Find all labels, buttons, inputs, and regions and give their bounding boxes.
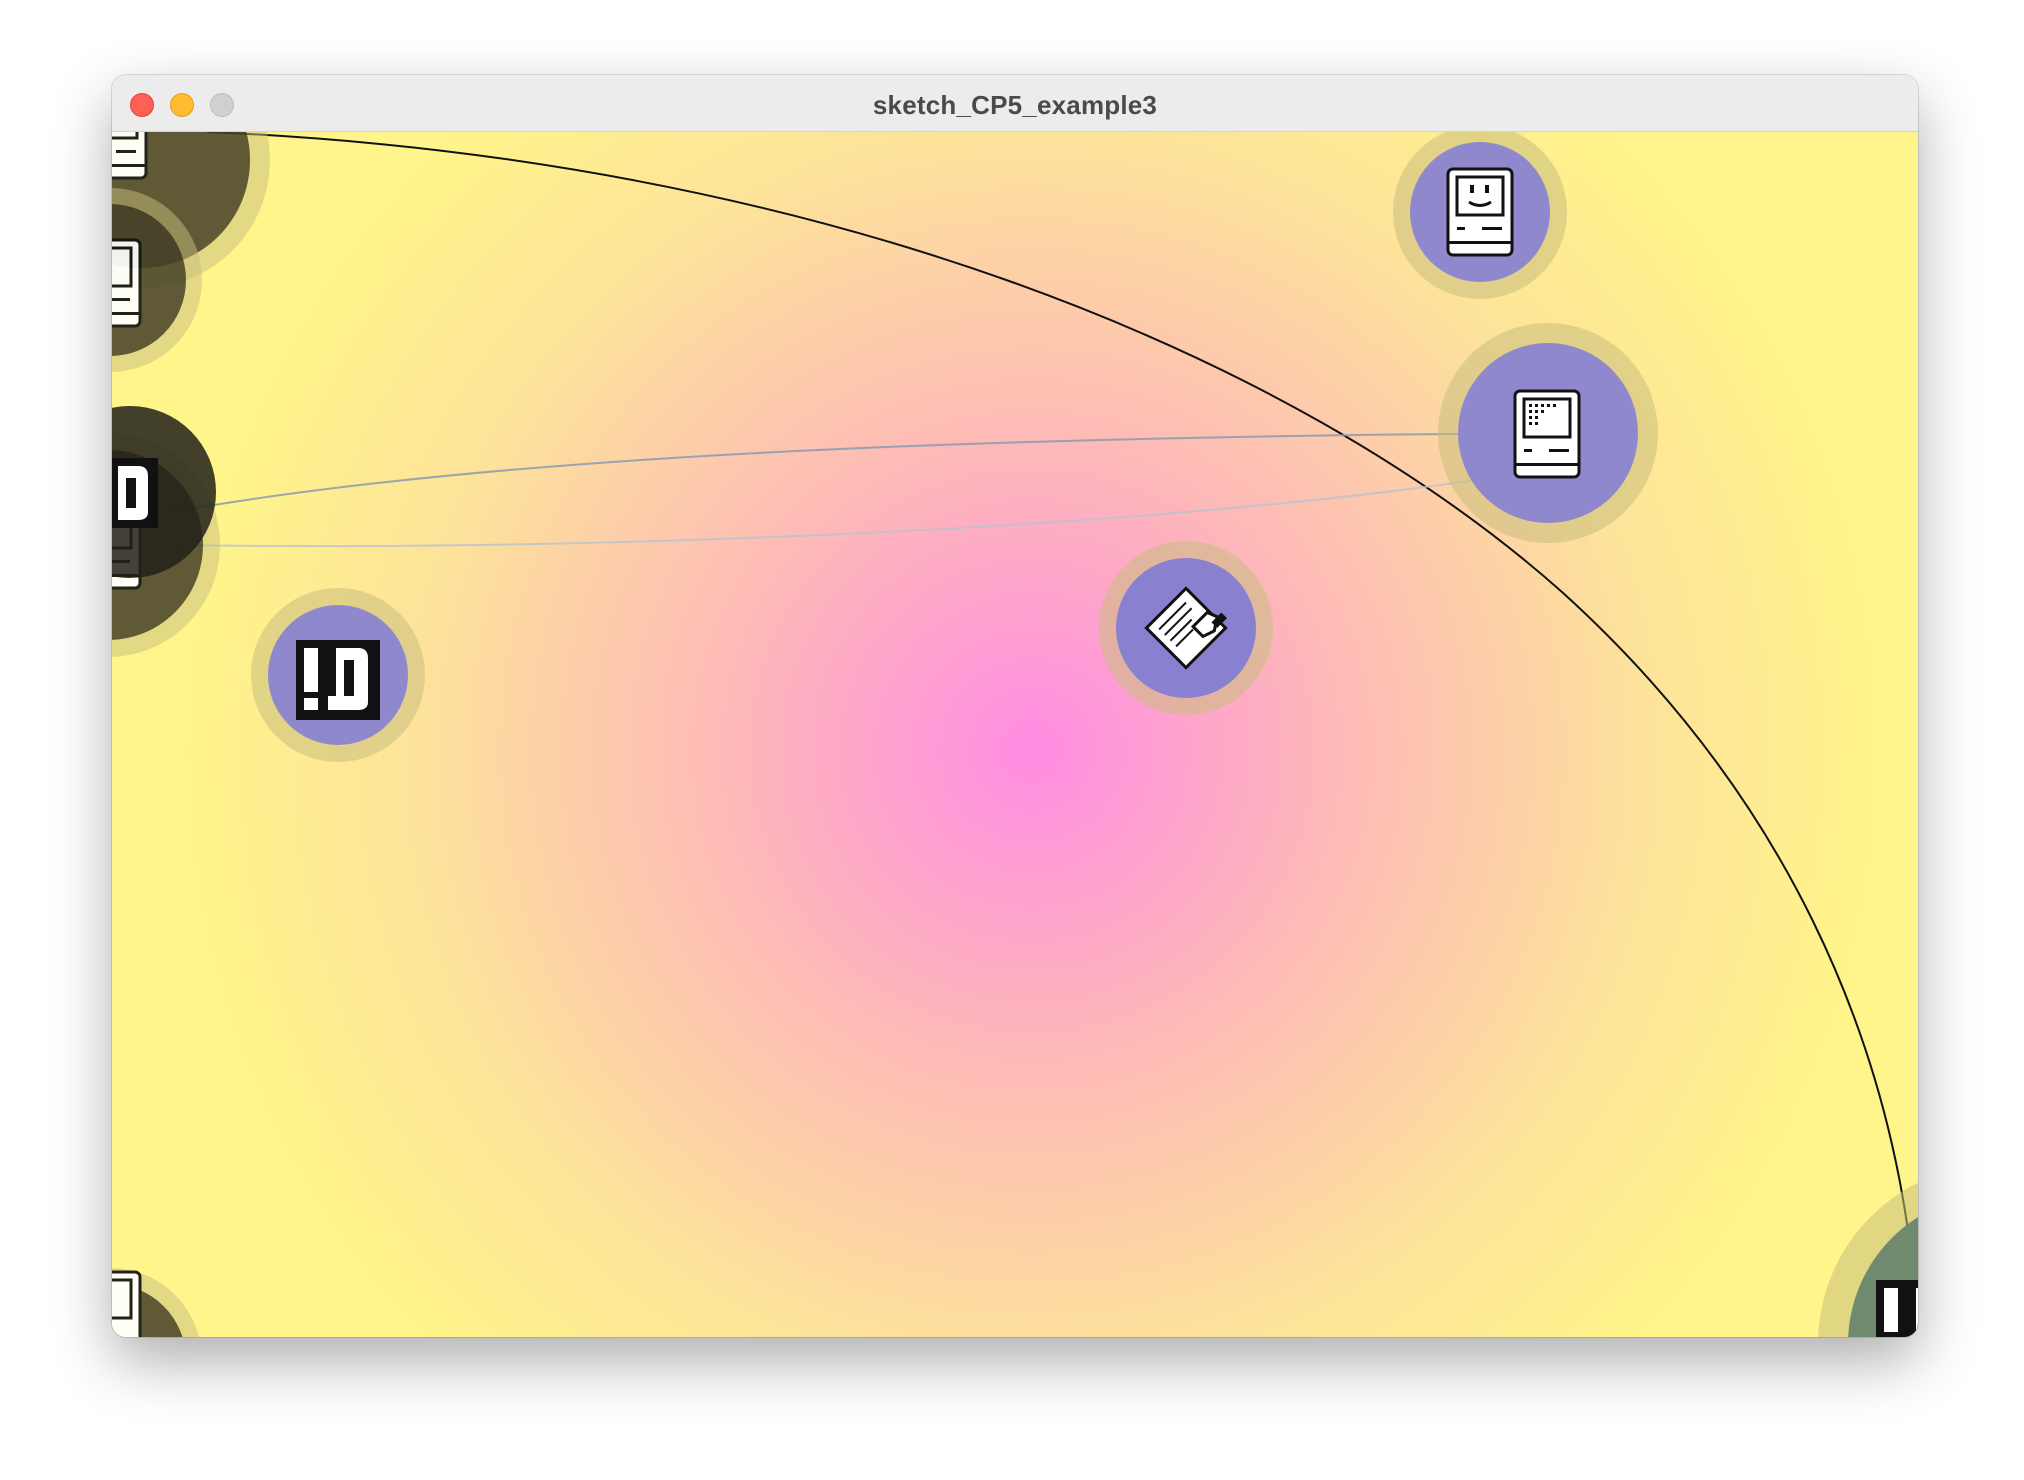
window-title: sketch_CP5_example3 xyxy=(872,90,1158,120)
app-bang-icon xyxy=(112,458,158,528)
computer-smile-icon xyxy=(1446,167,1514,257)
computer-screen-icon xyxy=(112,238,142,328)
computer-screen-icon xyxy=(112,132,148,180)
sketch-canvas[interactable] xyxy=(112,132,1918,1337)
app-bang-icon xyxy=(296,640,380,720)
app-window: sketch_CP5_example3 xyxy=(112,75,1918,1337)
node-computer-right[interactable] xyxy=(1438,323,1658,543)
computer-screen-icon xyxy=(112,1270,142,1337)
node-document-center[interactable] xyxy=(1099,541,1273,715)
title-bar[interactable]: sketch_CP5_example3 xyxy=(112,75,1918,132)
node-computer-top[interactable] xyxy=(1393,132,1567,299)
node-app-left[interactable] xyxy=(251,588,425,762)
computer-screen-icon xyxy=(1513,389,1581,479)
sketch-drawing[interactable] xyxy=(112,132,1918,1337)
app-bang-icon xyxy=(1876,1280,1918,1337)
